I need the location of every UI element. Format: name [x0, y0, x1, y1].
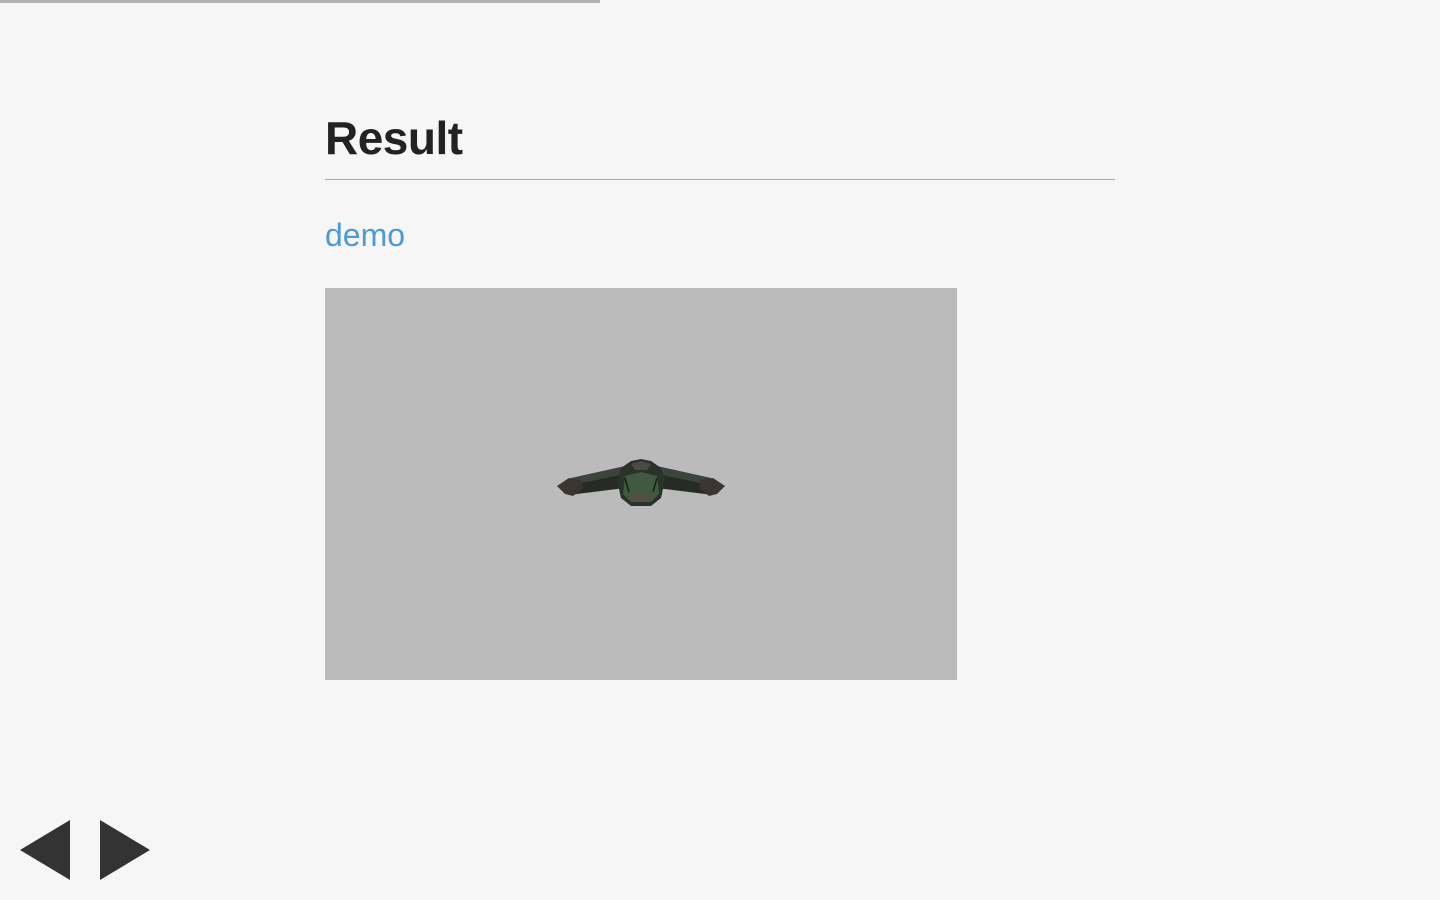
triangle-left-icon: [20, 820, 70, 880]
previous-slide-button[interactable]: [20, 820, 70, 880]
webgl-viewport[interactable]: [325, 288, 957, 680]
slide-navigation: [20, 820, 150, 880]
presentation-progress-bar: [0, 0, 1440, 3]
slide-title: Result: [325, 112, 463, 164]
demo-link[interactable]: demo: [325, 215, 405, 255]
spaceship-model: [557, 459, 725, 506]
presentation-progress-fill: [0, 0, 601, 3]
title-divider: [325, 179, 1115, 180]
next-slide-button[interactable]: [100, 820, 150, 880]
triangle-right-icon: [100, 820, 150, 880]
